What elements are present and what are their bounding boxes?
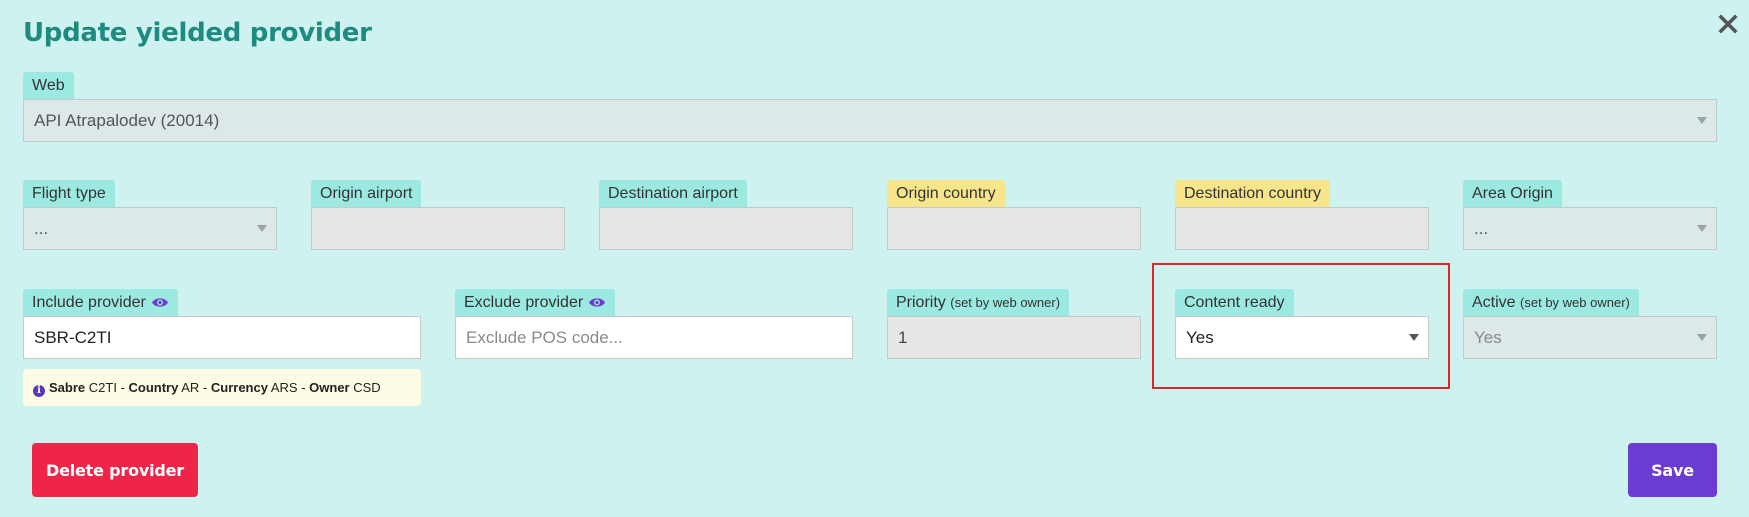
destination-airport-field: Destination airport (599, 180, 853, 252)
priority-label: Priority (set by web owner) (887, 289, 1070, 316)
provider-code: C2TI (88, 380, 117, 395)
web-select-value: API Atrapalodev (20014) (34, 111, 220, 130)
provider-name: Sabre (49, 380, 86, 395)
content-ready-value: Yes (1186, 328, 1214, 347)
flight-type-value: ... (34, 219, 49, 238)
provider-info-box: i Sabre C2TI - Country AR - Currency ARS … (23, 369, 421, 406)
exclude-provider-label: Exclude provider (455, 289, 616, 316)
destination-airport-label: Destination airport (599, 180, 747, 207)
destination-airport-input[interactable] (599, 207, 853, 250)
dialog-title: Update yielded provider (23, 18, 372, 48)
priority-label-note: (set by web owner) (950, 295, 1061, 310)
destination-country-input[interactable] (1175, 207, 1429, 250)
web-field: Web API Atrapalodev (20014) (23, 72, 1717, 144)
eye-icon[interactable] (588, 296, 606, 309)
exclude-provider-field: Exclude provider Exclude POS code... (455, 289, 853, 361)
web-label: Web (23, 72, 74, 99)
active-label: Active (set by web owner) (1463, 289, 1639, 316)
destination-country-label: Destination country (1175, 180, 1330, 207)
destination-country-field: Destination country (1175, 180, 1429, 252)
owner-label: Owner (309, 380, 350, 395)
area-origin-label: Area Origin (1463, 180, 1562, 207)
chevron-down-icon (1697, 334, 1707, 341)
priority-label-text: Priority (896, 294, 946, 311)
eye-icon[interactable] (151, 296, 169, 309)
country-label: Country (128, 380, 179, 395)
chevron-down-icon (1409, 334, 1419, 341)
include-provider-label-text: Include provider (32, 294, 146, 311)
area-origin-field: Area Origin ... (1463, 180, 1717, 252)
content-ready-select[interactable]: Yes (1175, 316, 1429, 359)
flight-type-select[interactable]: ... (23, 207, 277, 250)
flight-type-label: Flight type (23, 180, 115, 207)
chevron-down-icon (257, 225, 267, 232)
separator: - (297, 380, 310, 395)
exclude-provider-input[interactable]: Exclude POS code... (455, 316, 853, 359)
country-value: AR (181, 380, 200, 395)
include-provider-input[interactable]: SBR-C2TI (23, 316, 421, 359)
active-value: Yes (1474, 328, 1502, 347)
origin-country-label: Origin country (887, 180, 1005, 207)
include-provider-field: Include provider SBR-C2TI (23, 289, 421, 361)
chevron-down-icon (1697, 117, 1707, 124)
origin-country-input[interactable] (887, 207, 1141, 250)
content-ready-field: Content ready Yes (1175, 289, 1429, 361)
origin-airport-label: Origin airport (311, 180, 422, 207)
active-label-note: (set by web owner) (1520, 295, 1630, 310)
currency-label: Currency (210, 380, 268, 395)
info-icon: i (33, 385, 45, 397)
priority-input[interactable]: 1 (887, 316, 1141, 359)
owner-value: CSD (353, 380, 381, 395)
origin-country-field: Origin country (887, 180, 1141, 252)
area-origin-value: ... (1474, 219, 1489, 238)
origin-airport-input[interactable] (311, 207, 565, 250)
origin-airport-field: Origin airport (311, 180, 565, 252)
save-button[interactable]: Save (1628, 443, 1717, 497)
currency-value: ARS (270, 380, 298, 395)
content-ready-label: Content ready (1175, 289, 1294, 316)
active-label-text: Active (1472, 294, 1516, 311)
active-select[interactable]: Yes (1463, 316, 1717, 359)
exclude-provider-label-text: Exclude provider (464, 294, 584, 311)
flight-type-field: Flight type ... (23, 180, 277, 252)
include-provider-label: Include provider (23, 289, 178, 316)
priority-field: Priority (set by web owner) 1 (887, 289, 1141, 361)
web-select[interactable]: API Atrapalodev (20014) (23, 99, 1717, 142)
delete-provider-button[interactable]: Delete provider (32, 443, 198, 497)
chevron-down-icon (1697, 225, 1707, 232)
active-field: Active (set by web owner) Yes (1463, 289, 1717, 361)
separator: - (116, 380, 129, 395)
close-icon[interactable] (1716, 12, 1740, 36)
area-origin-select[interactable]: ... (1463, 207, 1717, 250)
separator: - (199, 380, 211, 395)
update-provider-dialog: Update yielded provider Web API Atrapalo… (0, 0, 1749, 517)
